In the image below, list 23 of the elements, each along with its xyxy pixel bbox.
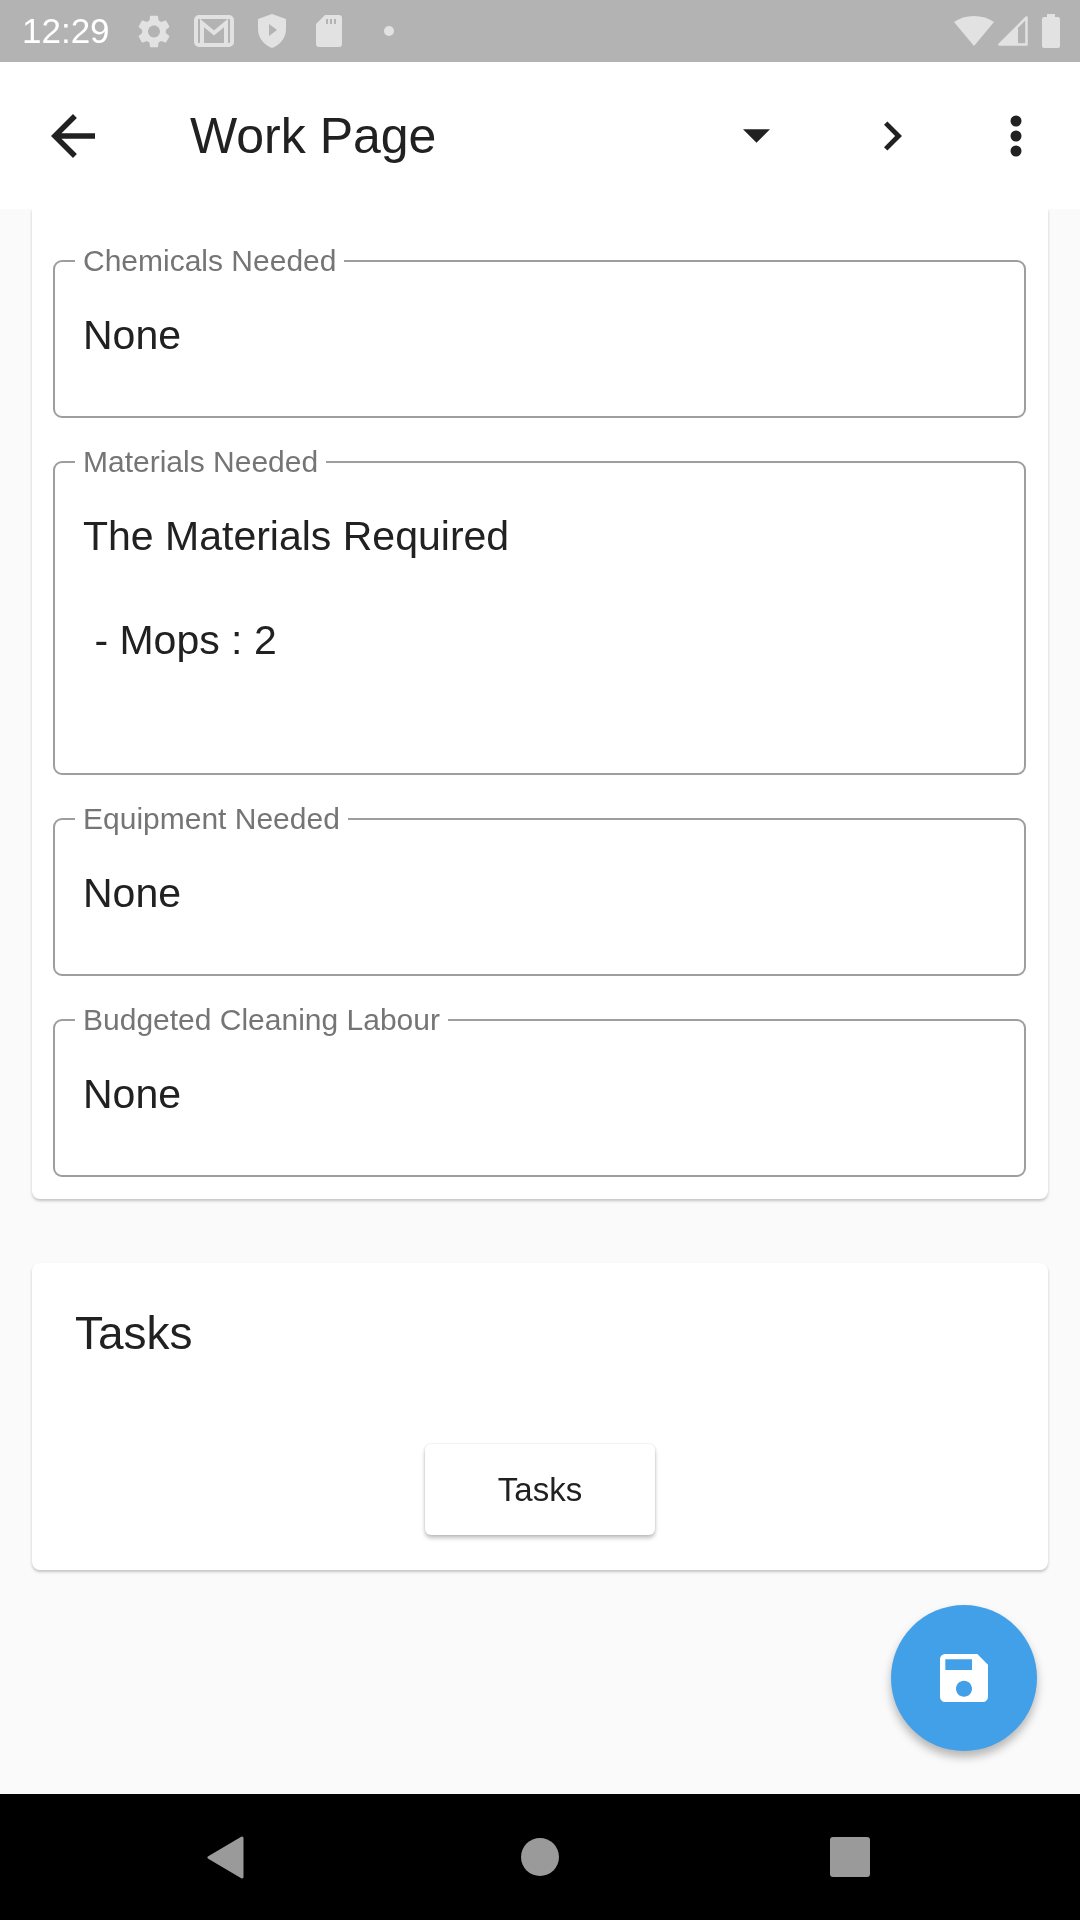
field-label: Equipment Needed [82, 802, 341, 836]
dot-icon [383, 26, 394, 36]
tasks-button[interactable]: Tasks [425, 1444, 655, 1535]
page-title: Work Page [190, 106, 437, 165]
field-label: Chemicals Needed [82, 244, 338, 278]
save-button[interactable] [891, 1605, 1037, 1751]
card-title: Tasks [75, 1306, 193, 1361]
home-circle-icon[interactable] [521, 1838, 559, 1876]
signal-icon [998, 16, 1028, 46]
shield-play-icon [257, 14, 286, 48]
field-label: Materials Needed [82, 445, 320, 479]
field-label: Budgeted Cleaning Labour [82, 1003, 441, 1037]
sd-card-icon [315, 15, 342, 47]
chevron-right-icon[interactable] [884, 120, 902, 151]
status-time: 12:29 [22, 11, 110, 51]
back-triangle-icon[interactable] [207, 1835, 244, 1879]
dropdown-caret-icon[interactable] [743, 128, 770, 143]
mail-icon [193, 15, 234, 47]
gear-icon [137, 14, 170, 48]
more-menu-icon[interactable] [1010, 114, 1022, 157]
battery-icon [1042, 14, 1060, 48]
wifi-icon [954, 16, 994, 46]
back-arrow-icon[interactable] [51, 113, 95, 158]
